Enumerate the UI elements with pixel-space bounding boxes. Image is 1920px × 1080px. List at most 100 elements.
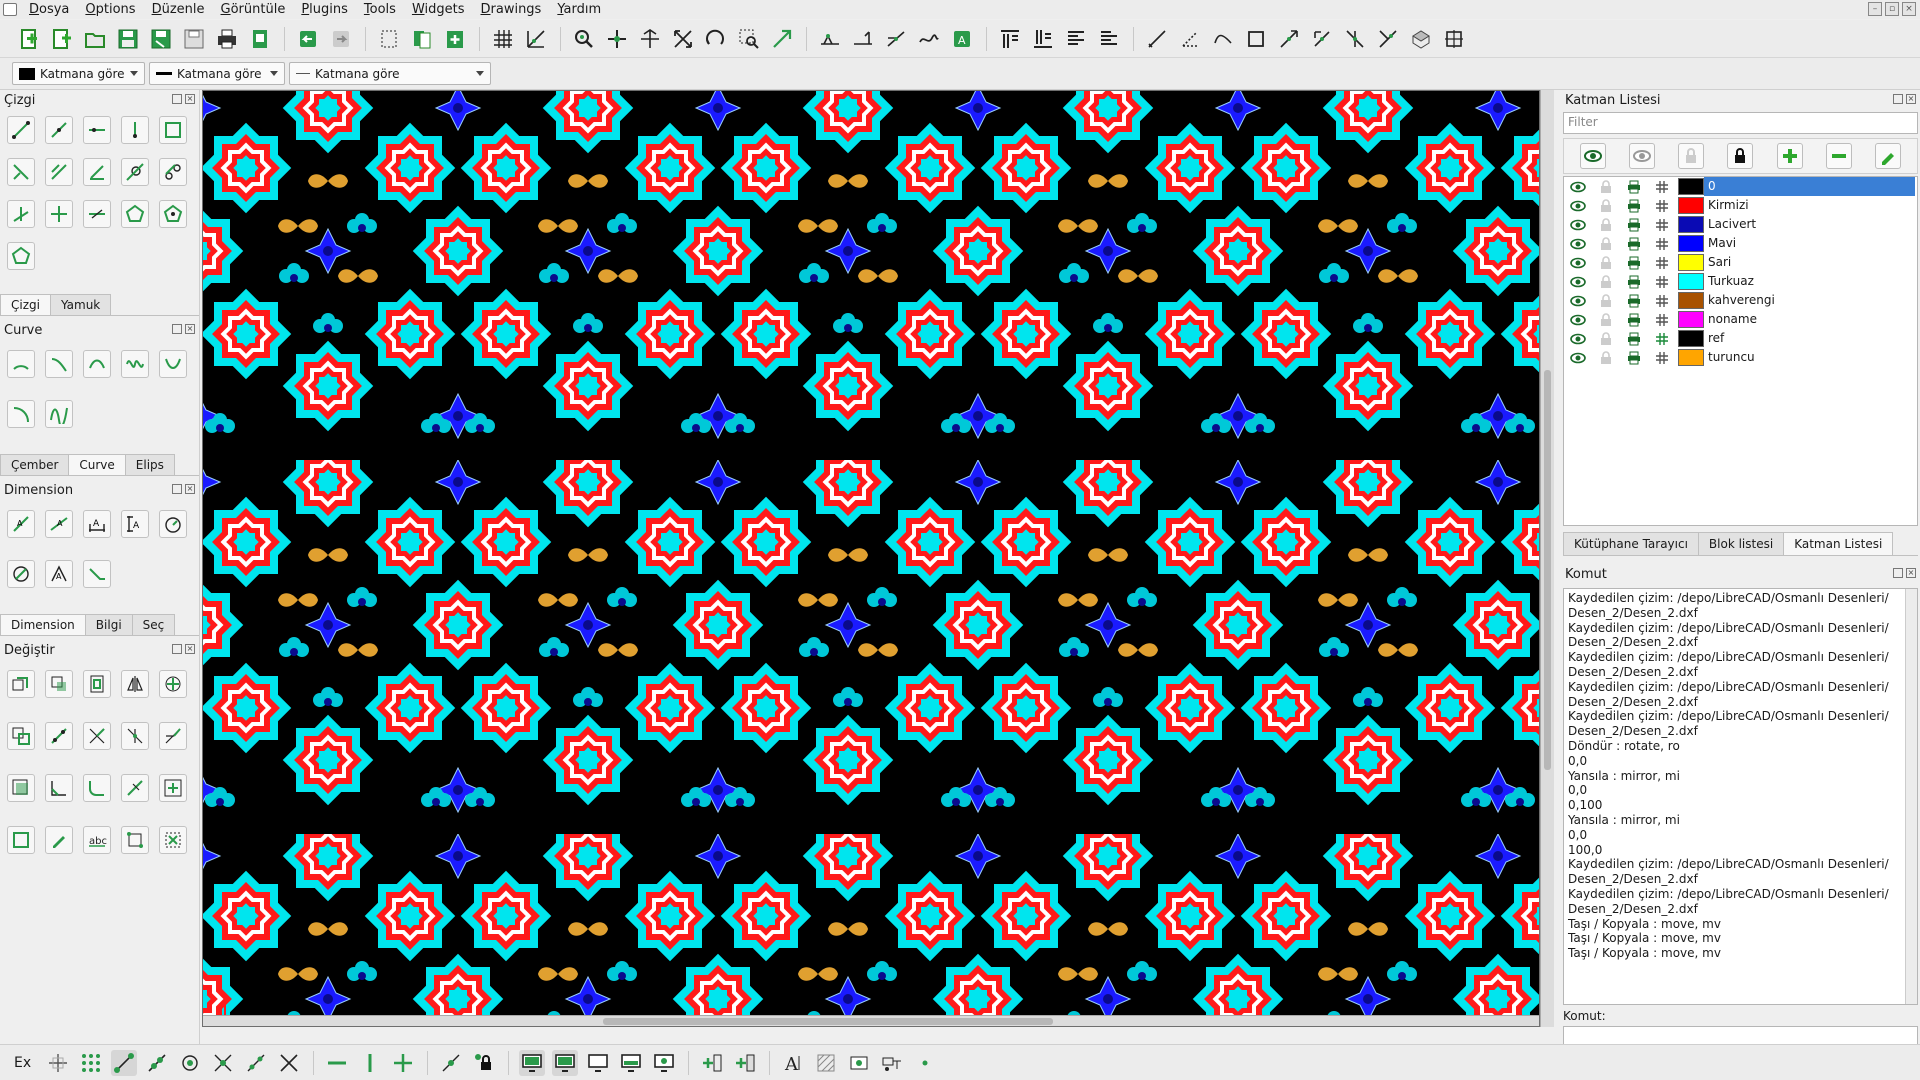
restrict-horizontal-icon[interactable] <box>324 1050 350 1076</box>
menu-view[interactable]: Görüntüle <box>213 0 294 19</box>
draft-mode-icon[interactable] <box>523 26 549 52</box>
info-area-icon[interactable] <box>1243 26 1269 52</box>
print-layer-icon[interactable] <box>1620 351 1648 365</box>
info-entity-icon[interactable] <box>1342 26 1368 52</box>
lock-icon[interactable] <box>1592 179 1620 194</box>
visibility-eye-icon[interactable] <box>1564 333 1592 345</box>
modify-explode-icon[interactable] <box>121 826 149 854</box>
menu-drawings[interactable]: Drawings <box>473 0 550 19</box>
remove-layer-icon[interactable] <box>1826 143 1853 169</box>
construction-layer-icon[interactable] <box>1648 237 1676 251</box>
construction-layer-icon[interactable] <box>1648 199 1676 213</box>
modify-bevel-icon[interactable] <box>45 774 73 802</box>
snap-center-icon[interactable] <box>177 1050 203 1076</box>
undo-icon[interactable] <box>295 26 321 52</box>
line-angle-icon[interactable] <box>45 116 73 144</box>
print-preview-icon[interactable] <box>247 26 273 52</box>
print-layer-icon[interactable] <box>1620 275 1648 289</box>
tab-library-browser[interactable]: Kütüphane Tarayıcı <box>1563 532 1699 555</box>
line-rectangle-icon[interactable] <box>159 116 187 144</box>
dim-vertical-icon[interactable]: A <box>121 510 149 538</box>
tab-ellipse[interactable]: Elips <box>124 454 175 475</box>
dim-diameter-icon[interactable] <box>7 560 35 588</box>
spline-icon[interactable] <box>121 350 149 378</box>
line-tangent-icon[interactable] <box>121 158 149 186</box>
polygon-2points-icon[interactable] <box>7 242 35 270</box>
print-layer-icon[interactable] <box>1620 237 1648 251</box>
construction-layer-icon[interactable] <box>1648 294 1676 308</box>
visibility-eye-icon[interactable] <box>1564 314 1592 326</box>
modify-move-icon[interactable] <box>7 670 35 698</box>
tab-layer-list[interactable]: Katman Listesi <box>1783 532 1894 555</box>
snap-on-entity-icon[interactable] <box>144 1050 170 1076</box>
zoom-select-icon[interactable] <box>769 26 795 52</box>
snap-free-icon[interactable] <box>817 26 843 52</box>
line-vertical-icon[interactable] <box>121 116 149 144</box>
polygon-center-icon[interactable] <box>121 200 149 228</box>
line-freehand-icon[interactable] <box>83 200 111 228</box>
order-raise-icon[interactable] <box>1063 26 1089 52</box>
hide-all-layers-icon[interactable] <box>1628 143 1655 169</box>
hatch-tool-icon[interactable] <box>813 1050 839 1076</box>
menu-plugins[interactable]: Plugins <box>293 0 356 19</box>
order-front-icon[interactable] <box>997 26 1023 52</box>
arc-tangential-icon[interactable] <box>83 350 111 378</box>
close-dock-icon[interactable]: × <box>185 644 195 654</box>
info-dist-point-icon[interactable] <box>1309 26 1335 52</box>
float-dock-icon[interactable] <box>172 484 182 494</box>
visibility-eye-icon[interactable] <box>1564 352 1592 364</box>
info-dist-entity-icon[interactable] <box>1375 26 1401 52</box>
line-horizontal-icon[interactable] <box>83 116 111 144</box>
close-dock-icon[interactable]: × <box>185 484 195 494</box>
drawing-canvas[interactable] <box>202 90 1540 1027</box>
modify-scale-icon[interactable] <box>83 670 111 698</box>
line-2points-icon[interactable] <box>7 116 35 144</box>
visibility-eye-icon[interactable] <box>1564 219 1592 231</box>
restrict-orthogonal-icon[interactable] <box>390 1050 416 1076</box>
edit-layer-icon[interactable] <box>1875 143 1902 169</box>
polygon-corner-icon[interactable] <box>159 200 187 228</box>
line-polygon-center-icon[interactable] <box>45 200 73 228</box>
print-layer-icon[interactable] <box>1620 180 1648 194</box>
dim-angular-icon[interactable]: A <box>45 560 73 588</box>
modify-entity-icon[interactable] <box>7 826 35 854</box>
dim-leader-icon[interactable] <box>83 560 111 588</box>
layer-row[interactable]: Turkuaz <box>1564 272 1917 291</box>
view-monitor2-icon[interactable] <box>552 1049 579 1076</box>
modify-mirror-icon[interactable] <box>121 670 149 698</box>
modify-round-icon[interactable] <box>83 774 111 802</box>
layer-row[interactable]: Mavi <box>1564 234 1917 253</box>
view-monitor4-icon[interactable] <box>618 1050 644 1076</box>
layer-row[interactable]: Kirmizi <box>1564 196 1917 215</box>
insert-image-icon[interactable] <box>846 1050 872 1076</box>
exclusive-snap-label[interactable]: Ex <box>14 1055 31 1071</box>
visibility-eye-icon[interactable] <box>1564 238 1592 250</box>
snap-grid-icon[interactable] <box>850 26 876 52</box>
close-dock-icon[interactable]: × <box>185 94 195 104</box>
app-icon[interactable] <box>3 3 17 16</box>
command-history[interactable]: Kaydedilen çizim: /depo/LibreCAD/Osmanlı… <box>1563 588 1918 1005</box>
view-monitor5-icon[interactable] <box>651 1050 677 1076</box>
float-dock-icon[interactable] <box>1893 568 1903 578</box>
layer-row[interactable]: ref <box>1564 329 1917 348</box>
lock-all-layers-icon[interactable] <box>1727 143 1754 169</box>
float-dock-icon[interactable] <box>172 324 182 334</box>
menu-widgets[interactable]: Widgets <box>404 0 473 19</box>
menu-tools[interactable]: Tools <box>356 0 404 19</box>
lock-icon[interactable] <box>1592 236 1620 251</box>
layer-row[interactable]: Lacivert <box>1564 215 1917 234</box>
freehand-curve-icon[interactable] <box>45 400 73 428</box>
tab-trapezoid[interactable]: Yamuk <box>49 294 112 315</box>
construction-layer-icon[interactable] <box>1648 313 1676 327</box>
arc-3points-icon[interactable] <box>45 350 73 378</box>
print-layer-icon[interactable] <box>1620 332 1648 346</box>
unlock-all-layers-icon[interactable] <box>1678 143 1705 169</box>
modify-move-rotate-icon[interactable] <box>159 670 187 698</box>
modify-rotate2-icon[interactable] <box>7 722 35 750</box>
snap-center-icon[interactable]: A <box>949 26 975 52</box>
modify-trim2-icon[interactable] <box>121 722 149 750</box>
print-layer-icon[interactable] <box>1620 313 1648 327</box>
modify-stretch-icon[interactable] <box>45 722 73 750</box>
float-dock-icon[interactable] <box>172 94 182 104</box>
redo-icon[interactable] <box>328 26 354 52</box>
